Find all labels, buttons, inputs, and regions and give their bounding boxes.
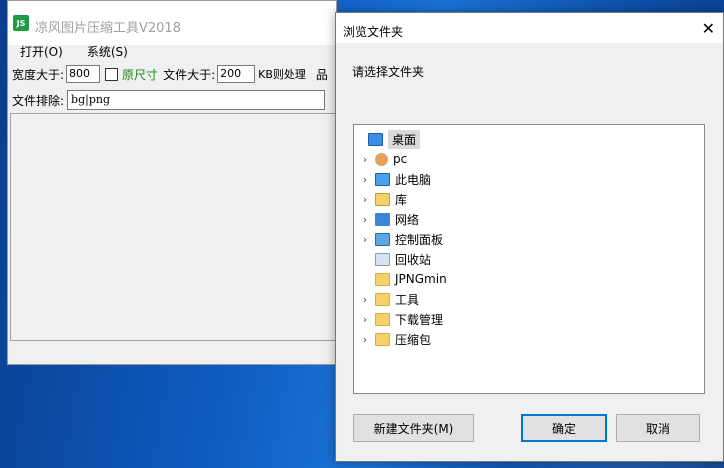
tree-item-control-panel[interactable]: › 控制面板 xyxy=(358,230,443,248)
close-icon[interactable]: ✕ xyxy=(702,19,715,38)
network-icon xyxy=(375,212,390,226)
chevron-right-icon[interactable]: › xyxy=(358,233,372,246)
tree-item-jpngmin[interactable]: JPNGmin xyxy=(358,270,447,288)
cancel-button[interactable]: 取消 xyxy=(616,414,700,442)
chevron-right-icon[interactable]: › xyxy=(358,193,372,206)
filesize-label: 文件大于: xyxy=(163,67,216,82)
tree-item-label: JPNGmin xyxy=(395,272,447,286)
filesize-input[interactable]: 200 xyxy=(217,65,256,83)
original-size-label: 原尺寸 xyxy=(122,67,159,82)
menu-open[interactable]: 打开(O) xyxy=(8,41,75,61)
chevron-right-icon[interactable]: › xyxy=(358,293,372,306)
library-icon xyxy=(375,192,390,206)
original-size-checkbox[interactable] xyxy=(105,67,119,81)
chevron-right-icon[interactable]: › xyxy=(358,173,372,186)
chevron-right-icon[interactable]: › xyxy=(358,153,372,166)
desktop-icon xyxy=(368,132,383,146)
control-panel-icon xyxy=(375,232,390,246)
dialog-title: 浏览文件夹 xyxy=(343,25,404,39)
recycle-bin-icon xyxy=(375,252,390,266)
tree-item-downloads[interactable]: › 下载管理 xyxy=(358,310,443,328)
width-input[interactable]: 800 xyxy=(66,65,101,83)
tree-item-label: 工具 xyxy=(395,292,420,307)
tree-item-label: 控制面板 xyxy=(395,232,444,247)
tree-item-recycle-bin[interactable]: 回收站 xyxy=(358,250,431,268)
menubar: 打开(O) 系统(S) xyxy=(8,41,140,61)
browse-folder-dialog: 浏览文件夹 ✕ 请选择文件夹 桌面 › pc › 此电脑 › 库 › 网络 › … xyxy=(335,12,724,462)
folder-icon xyxy=(375,272,390,286)
tree-item-label: 回收站 xyxy=(395,252,432,267)
chevron-right-icon[interactable]: › xyxy=(358,313,372,326)
file-list-pane[interactable] xyxy=(10,113,336,341)
folder-icon xyxy=(375,332,390,346)
exclude-label: 文件排除: xyxy=(12,93,65,108)
new-folder-button[interactable]: 新建文件夹(M) xyxy=(353,414,474,442)
user-icon xyxy=(375,152,388,166)
chevron-right-icon[interactable]: › xyxy=(358,333,372,346)
exclude-input[interactable]: bg|png xyxy=(67,90,326,110)
menu-system[interactable]: 系统(S) xyxy=(75,41,140,61)
app-titlebar: JS 凉风图片压缩工具V2018 xyxy=(8,1,336,45)
width-label: 宽度大于: xyxy=(12,67,65,82)
exclude-row: 文件排除: bg|png xyxy=(12,90,326,110)
tree-item-this-pc[interactable]: › 此电脑 xyxy=(358,170,431,188)
tree-item-archives[interactable]: › 压缩包 xyxy=(358,330,431,348)
app-title: 凉风图片压缩工具V2018 xyxy=(35,21,181,36)
app-window: JS 凉风图片压缩工具V2018 打开(O) 系统(S) 宽度大于: 800 原… xyxy=(7,0,337,365)
folder-tree[interactable]: 桌面 › pc › 此电脑 › 库 › 网络 › 控制面板 回收站 JPNGmi… xyxy=(353,124,705,394)
folder-icon xyxy=(375,292,390,306)
quality-label: 品 xyxy=(315,67,328,82)
chevron-right-icon[interactable]: › xyxy=(358,213,372,226)
dialog-titlebar: 浏览文件夹 ✕ xyxy=(336,13,723,43)
options-row: 宽度大于: 800 原尺寸 文件大于: 200 KB则处理 品 xyxy=(12,65,328,83)
tree-item-label: pc xyxy=(393,152,408,166)
tree-item-label: 库 xyxy=(395,192,408,207)
tree-item-library[interactable]: › 库 xyxy=(358,190,407,208)
tree-item-label: 桌面 xyxy=(388,129,421,149)
dialog-prompt: 请选择文件夹 xyxy=(352,65,425,79)
tree-item-label: 此电脑 xyxy=(395,172,432,187)
tree-item-label: 压缩包 xyxy=(395,332,432,347)
tree-item-label: 网络 xyxy=(395,212,420,227)
app-logo-icon: JS xyxy=(13,15,29,31)
filesize-suffix: KB则处理 xyxy=(258,68,306,81)
tree-item-network[interactable]: › 网络 xyxy=(358,210,419,228)
computer-icon xyxy=(375,172,390,186)
tree-item-desktop[interactable]: 桌面 xyxy=(354,129,421,149)
tree-item-pc[interactable]: › pc xyxy=(358,150,407,168)
tree-item-tools[interactable]: › 工具 xyxy=(358,290,419,308)
folder-icon xyxy=(375,312,390,326)
ok-button[interactable]: 确定 xyxy=(521,414,607,442)
tree-item-label: 下载管理 xyxy=(395,312,444,327)
